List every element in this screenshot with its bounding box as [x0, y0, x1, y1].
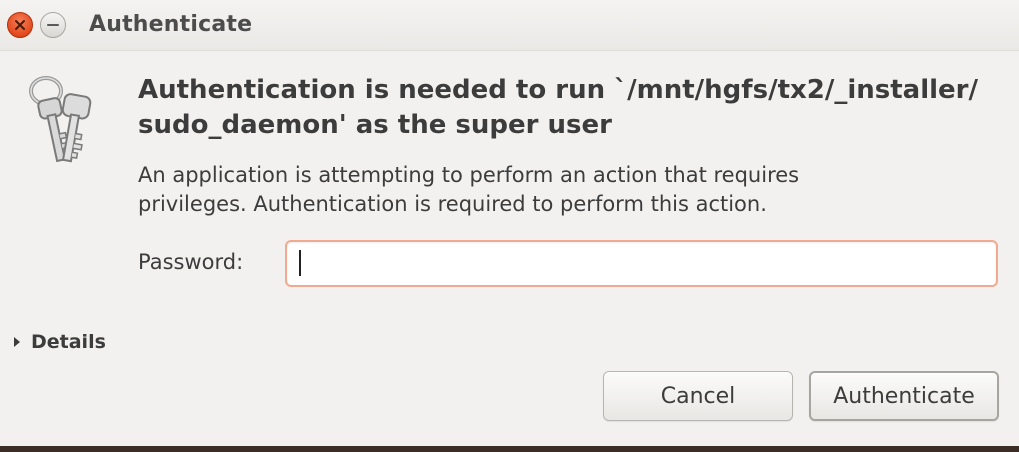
- keys-icon: [29, 76, 92, 163]
- description-line-2: privileges. Authentication is required t…: [138, 192, 767, 216]
- authenticate-button[interactable]: Authenticate: [809, 371, 999, 421]
- details-label: Details: [31, 331, 106, 353]
- dialog-heading: Authentication is needed to run `/mnt/hg…: [138, 73, 1008, 143]
- details-expander[interactable]: Details: [14, 331, 106, 353]
- cancel-button[interactable]: Cancel: [603, 371, 793, 421]
- close-icon: [15, 20, 25, 30]
- authenticate-dialog: Authenticate Authentication is needed to…: [0, 0, 1019, 446]
- password-input[interactable]: [285, 240, 998, 287]
- heading-line-1: Authentication is needed to run `/mnt/hg…: [138, 75, 978, 105]
- expander-arrow-icon: [14, 337, 20, 347]
- dialog-description: An application is attempting to perform …: [138, 161, 998, 219]
- minimize-icon: [47, 24, 59, 26]
- title-bar: Authenticate: [0, 0, 1019, 51]
- heading-line-2: sudo_daemon' as the super user: [138, 110, 612, 140]
- close-button[interactable]: [7, 12, 33, 38]
- window-title: Authenticate: [89, 12, 253, 37]
- minimize-button[interactable]: [40, 12, 66, 38]
- password-label: Password:: [138, 250, 244, 274]
- text-cursor: [299, 250, 301, 276]
- description-line-1: An application is attempting to perform …: [138, 163, 800, 187]
